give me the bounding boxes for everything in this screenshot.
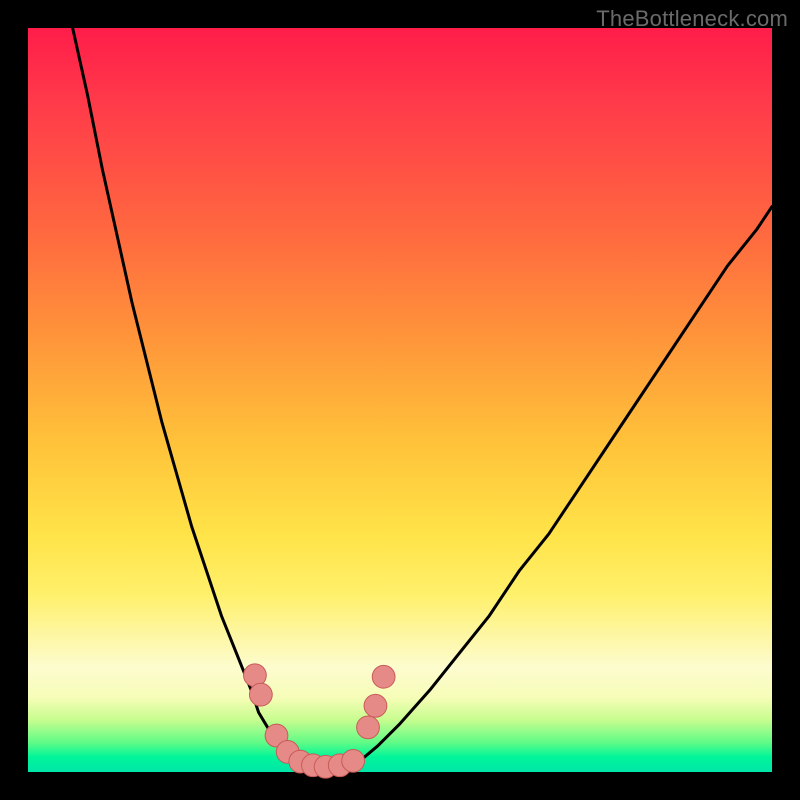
data-marker xyxy=(372,665,395,688)
plot-area xyxy=(28,28,772,772)
marker-layer xyxy=(244,664,395,778)
data-marker xyxy=(249,683,272,706)
watermark-text: TheBottleneck.com xyxy=(596,6,788,32)
curve-layer xyxy=(73,28,772,768)
data-marker xyxy=(357,716,380,739)
bottleneck-curve xyxy=(73,28,772,768)
chart-svg xyxy=(28,28,772,772)
data-marker xyxy=(364,694,387,717)
outer-frame: TheBottleneck.com xyxy=(0,0,800,800)
data-marker xyxy=(342,749,365,772)
